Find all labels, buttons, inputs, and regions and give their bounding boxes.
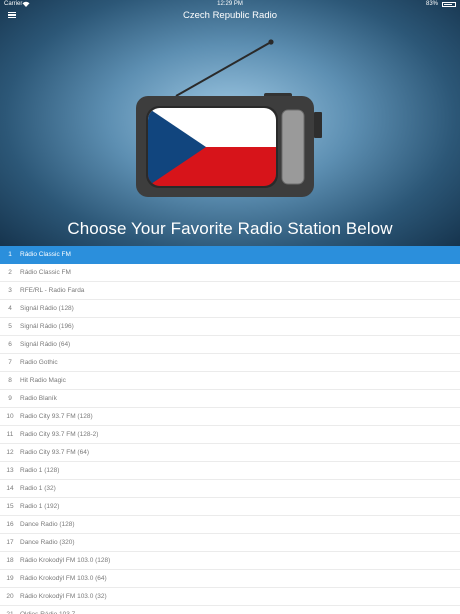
hero-heading: Choose Your Favorite Radio Station Below (67, 219, 393, 238)
station-list-item[interactable]: 20 Rádio Krokodýl FM 103.0 (32) (0, 588, 460, 606)
station-name: Signál Rádio (64) (20, 341, 71, 348)
station-name: Signál Rádio (128) (20, 305, 74, 312)
antenna (175, 39, 274, 97)
station-list-item[interactable]: 9 Radio Blaník (0, 390, 460, 408)
radio-speaker (281, 109, 305, 185)
status-time: 12:29 PM (217, 1, 243, 7)
hero-banner: Carrier 12:29 PM 83% Czech Republic Radi… (0, 0, 460, 246)
station-list-item[interactable]: 2 Rádio Classic FM (0, 264, 460, 282)
station-number: 13 (6, 467, 14, 474)
station-list-item[interactable]: 6 Signál Rádio (64) (0, 336, 460, 354)
radio-side-knob (314, 112, 322, 138)
station-list-item[interactable]: 5 Signál Rádio (196) (0, 318, 460, 336)
station-name: Signál Rádio (196) (20, 323, 74, 330)
battery-percent: 83% (425, 1, 438, 7)
station-number: 7 (8, 359, 12, 366)
station-name: Radio City 93.7 FM (64) (20, 449, 89, 456)
station-list-item[interactable]: 13 Radio 1 (128) (0, 462, 460, 480)
station-number: 1 (8, 251, 12, 258)
station-list-item[interactable]: 17 Dance Radio (320) (0, 534, 460, 552)
station-name: Radio 1 (192) (20, 503, 60, 510)
station-name: Rádio Krokodýl FM 103.0 (32) (20, 593, 107, 600)
station-name: Rádio Classic FM (20, 269, 71, 276)
station-list-item[interactable]: 19 Rádio Krokodýl FM 103.0 (64) (0, 570, 460, 588)
station-name: Dance Radio (128) (20, 521, 75, 528)
station-list-item[interactable]: 10 Radio City 93.7 FM (128) (0, 408, 460, 426)
station-list-item[interactable]: 21 Oldies Rádio 103.7 (0, 606, 460, 614)
station-number: 9 (8, 395, 12, 402)
station-name: Radio 1 (32) (20, 485, 56, 492)
station-name: RFE/RL - Radio Farda (20, 287, 85, 294)
station-list-item[interactable]: 16 Dance Radio (128) (0, 516, 460, 534)
station-number: 4 (8, 305, 12, 312)
station-name: Radio Gothic (20, 359, 58, 366)
station-name: Radio City 93.7 FM (128) (20, 413, 93, 420)
station-name: Radio City 93.7 FM (128-2) (20, 431, 99, 438)
station-list: 1 Rádio Classic FM 2 Rádio Classic FM 3 RFE/R… (0, 246, 460, 614)
station-list-item[interactable]: 8 Hit Radio Magic (0, 372, 460, 390)
czech-flag (148, 108, 276, 186)
station-number: 12 (6, 449, 14, 456)
station-name: Radio Blaník (20, 395, 57, 402)
station-number: 10 (6, 413, 14, 420)
station-list-item[interactable]: 12 Radio City 93.7 FM (64) (0, 444, 460, 462)
station-number: 20 (6, 593, 14, 600)
station-name: Radio 1 (128) (20, 467, 60, 474)
station-number: 14 (6, 485, 14, 492)
station-number: 6 (8, 341, 12, 348)
station-name: Rádio Krokodýl FM 103.0 (64) (20, 575, 107, 582)
station-number: 2 (8, 269, 12, 276)
station-number: 11 (6, 431, 14, 438)
station-list-item[interactable]: 3 RFE/RL - Radio Farda (0, 282, 460, 300)
status-bar: Carrier 12:29 PM 83% (0, 0, 460, 10)
battery-icon (442, 2, 456, 7)
station-name: Rádio Krokodýl FM 103.0 (128) (20, 557, 111, 564)
station-list-item[interactable]: 7 Radio Gothic (0, 354, 460, 372)
station-list-item[interactable]: 14 Radio 1 (32) (0, 480, 460, 498)
station-number: 17 (6, 539, 14, 546)
station-number: 16 (6, 521, 14, 528)
station-number: 3 (8, 287, 12, 294)
station-number: 15 (6, 503, 14, 510)
app-title: Czech Republic Radio (183, 10, 277, 21)
station-number: 18 (6, 557, 14, 564)
station-number: 5 (8, 323, 12, 330)
station-name: Dance Radio (320) (20, 539, 75, 546)
station-name: Rádio Classic FM (20, 251, 71, 258)
station-number: 21 (4, 606, 16, 614)
station-name: Oldies Rádio 103.7 (20, 606, 75, 614)
station-list-item[interactable]: 1 Rádio Classic FM (0, 246, 460, 264)
station-number: 19 (6, 575, 14, 582)
station-name: Hit Radio Magic (20, 377, 66, 384)
radio-illustration (136, 39, 322, 197)
station-list-item[interactable]: 11 Radio City 93.7 FM (128-2) (0, 426, 460, 444)
station-list-item[interactable]: 15 Radio 1 (192) (0, 498, 460, 516)
station-list-item[interactable]: 18 Rádio Krokodýl FM 103.0 (128) (0, 552, 460, 570)
station-list-item[interactable]: 4 Signál Rádio (128) (0, 300, 460, 318)
station-number: 8 (8, 377, 12, 384)
